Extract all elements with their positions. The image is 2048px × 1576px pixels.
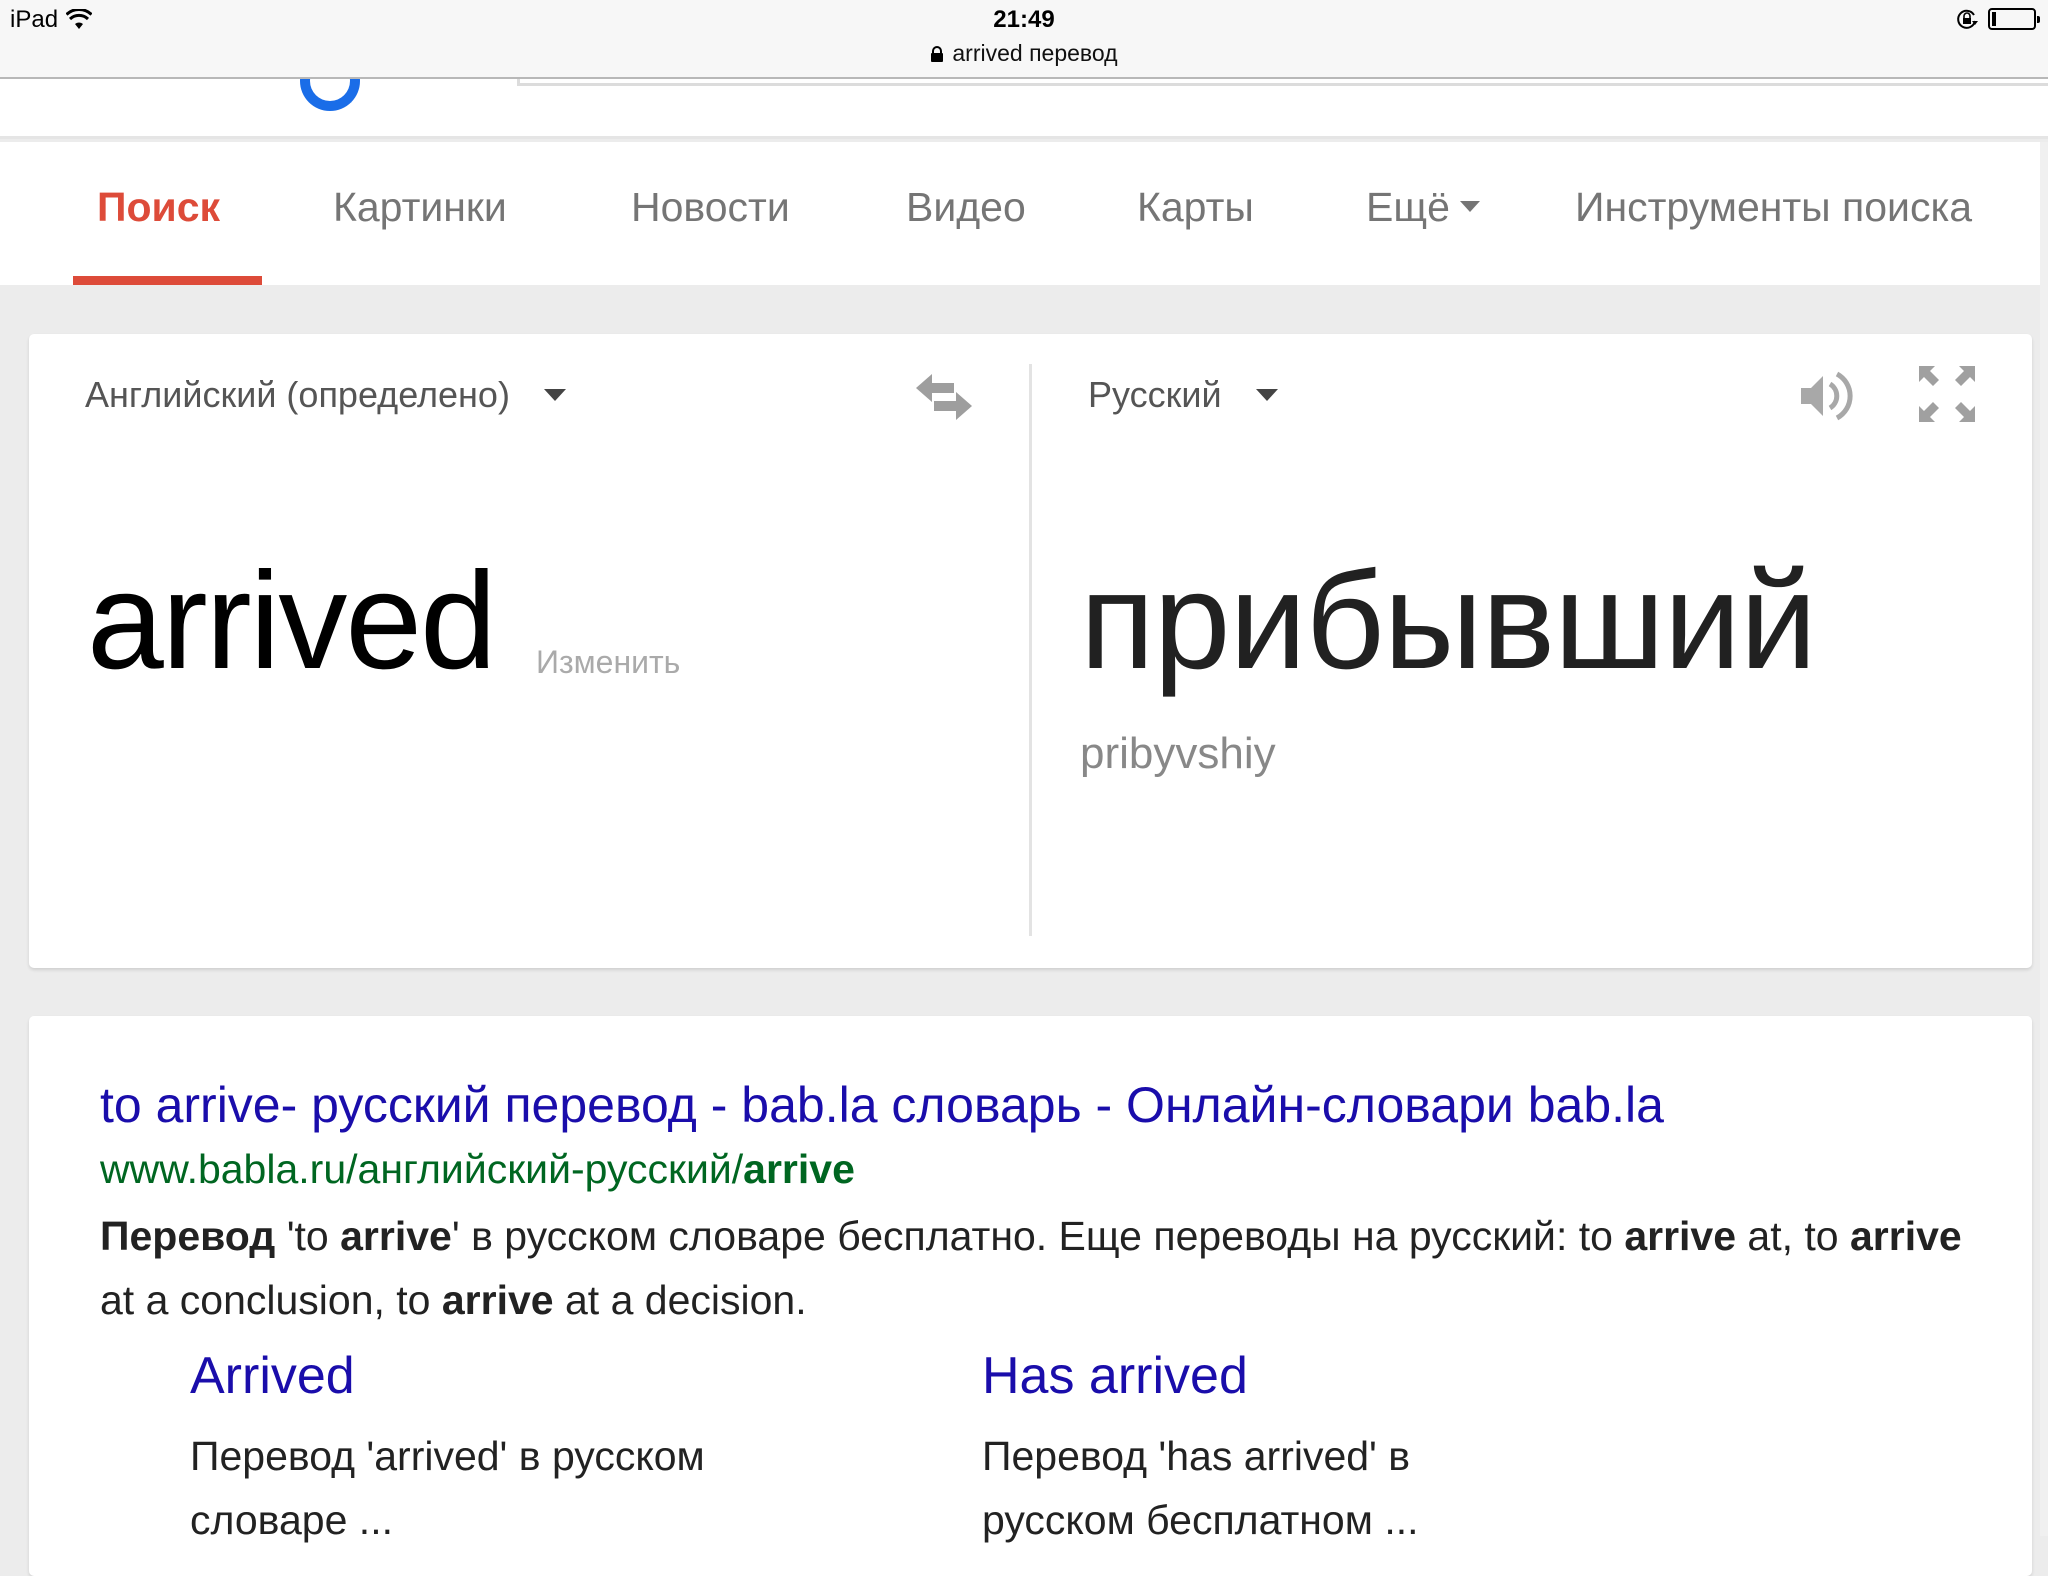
search-input[interactable] [517,79,2048,86]
rotation-lock-icon [1957,9,1978,29]
transliteration: pribyvshiy [1080,729,1276,778]
tab-more-label: Ещё [1366,184,1450,230]
tab-maps[interactable]: Карты [1137,184,1254,231]
tab-search-tools[interactable]: Инструменты поиска [1575,184,1972,231]
source-language-select[interactable]: Английский (определено) [85,374,566,416]
lock-icon [931,45,944,62]
target-language-select[interactable]: Русский [1088,374,1278,416]
status-bar: iPad 21:49 arrived перевод [0,0,2048,79]
snippet-text: ' в русском словаре бесплатно. Еще перев… [451,1213,1625,1259]
search-tabs: Поиск Картинки Новости Видео Карты Ещё И… [0,142,2040,285]
target-language-label: Русский [1088,374,1222,415]
edit-source-link[interactable]: Изменить [536,644,680,681]
snippet-highlight: arrive [340,1213,452,1259]
active-tab-indicator [73,276,262,285]
snippet-highlight: arrive [1849,1213,1962,1259]
source-language-label: Английский (определено) [85,374,510,415]
column-divider [1029,364,1032,936]
tab-more[interactable]: Ещё [1366,184,1480,231]
result-url-keyword: arrive [743,1146,855,1192]
snippet-highlight: arrive [1624,1213,1737,1259]
dropdown-arrow-icon [1255,389,1278,401]
sitelink-title[interactable]: Arrived [190,1346,355,1406]
tab-video[interactable]: Видео [906,184,1026,231]
snippet-text: at a conclusion, to [100,1277,442,1323]
result-title-link[interactable]: to arrive- русский перевод - bab.la слов… [100,1076,1664,1134]
search-result-card: to arrive- русский перевод - bab.la слов… [29,1016,2032,1576]
snippet-highlight: arrive [441,1277,554,1323]
sitelink-title[interactable]: Has arrived [982,1346,1248,1406]
translate-card: Английский (определено) Русский arrived … [29,334,2032,968]
result-url[interactable]: www.babla.ru/английский-русский/arrive [100,1146,855,1193]
translated-text: прибывший [1080,544,1817,698]
google-logo[interactable] [300,79,360,111]
clock: 21:49 [993,6,1055,33]
dropdown-arrow-icon [543,389,566,401]
source-text: arrived [87,544,497,698]
google-header [0,79,2048,139]
swap-languages-icon[interactable] [914,372,974,422]
tab-images[interactable]: Картинки [333,184,507,231]
tab-news[interactable]: Новости [631,184,790,231]
page-scrollbar[interactable] [2040,142,2048,1536]
snippet-text: 'to [275,1213,341,1259]
chevron-down-icon [1459,200,1480,212]
tab-search[interactable]: Поиск [97,184,220,231]
snippet-text: at a decision. [553,1277,807,1323]
address-bar[interactable]: arrived перевод [0,40,2048,67]
sitelink-description: Перевод 'arrived' в русском словаре ... [190,1433,705,1543]
expand-icon[interactable] [1917,364,1977,424]
battery-icon [1988,8,2040,30]
result-snippet: Перевод 'to arrive' в русском словаре бе… [100,1204,1980,1332]
snippet-highlight: Перевод [100,1213,276,1259]
page-title: arrived перевод [952,40,1118,66]
snippet-text: at, to [1736,1213,1850,1259]
sitelink-description: Перевод 'has arrived' в русском бесплатн… [982,1433,1419,1543]
speaker-icon[interactable] [1797,366,1857,426]
status-right [1956,8,2040,30]
result-url-prefix: www.babla.ru/английский-русский/ [100,1146,744,1192]
